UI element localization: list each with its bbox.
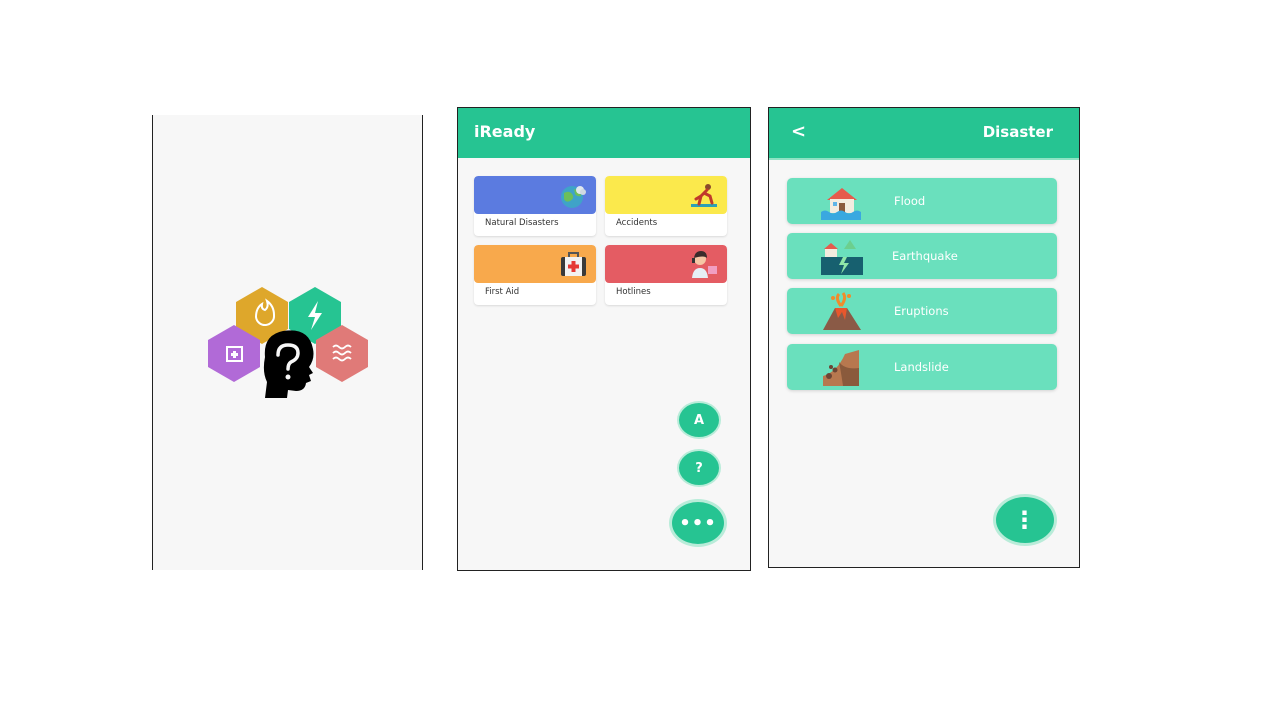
thinking-head-icon: [263, 330, 314, 398]
card-natural-disasters[interactable]: Natural Disasters: [474, 176, 596, 236]
list-item-flood[interactable]: Flood: [787, 178, 1057, 224]
help-button[interactable]: ?: [677, 449, 721, 487]
app-logo: [208, 287, 368, 398]
hotline-operator-icon: [692, 251, 717, 278]
list-item-label: Flood: [894, 194, 926, 208]
app-bar: iReady: [458, 108, 750, 158]
splash-screen: [152, 115, 423, 570]
card-label: Hotlines: [616, 287, 651, 297]
globe-disaster-icon: [561, 186, 586, 208]
slipping-person-icon: [691, 184, 717, 207]
earthquake-icon: [821, 240, 863, 275]
card-hotlines[interactable]: Hotlines: [605, 245, 727, 305]
list-item-eruptions[interactable]: Eruptions: [787, 288, 1057, 334]
first-aid-kit-icon: [561, 252, 586, 276]
card-first-aid[interactable]: First Aid: [474, 245, 596, 305]
card-label: Natural Disasters: [485, 218, 559, 228]
app-bar: < Disaster: [769, 108, 1079, 160]
disaster-screen: < Disaster Flood Earthquake Eruptions La…: [768, 107, 1080, 568]
back-button[interactable]: <: [791, 121, 806, 142]
card-label: Accidents: [616, 218, 658, 228]
more-options-button[interactable]: •••: [669, 499, 727, 547]
card-accidents[interactable]: Accidents: [605, 176, 727, 236]
home-screen: iReady Natural Disasters Accidents First…: [457, 107, 751, 571]
list-item-label: Landslide: [894, 360, 949, 374]
landslide-icon: [823, 350, 859, 386]
list-item-label: Eruptions: [894, 304, 949, 318]
volcano-icon: [823, 292, 861, 330]
page-title: Disaster: [982, 123, 1053, 141]
list-item-earthquake[interactable]: Earthquake: [787, 233, 1057, 279]
menu-button[interactable]: ⋮: [993, 494, 1057, 546]
list-item-label: Earthquake: [892, 249, 958, 263]
fab-a-button[interactable]: A: [677, 401, 721, 439]
card-label: First Aid: [485, 287, 520, 297]
flood-house-icon: [821, 188, 861, 220]
app-title: iReady: [474, 122, 536, 141]
list-item-landslide[interactable]: Landslide: [787, 344, 1057, 390]
